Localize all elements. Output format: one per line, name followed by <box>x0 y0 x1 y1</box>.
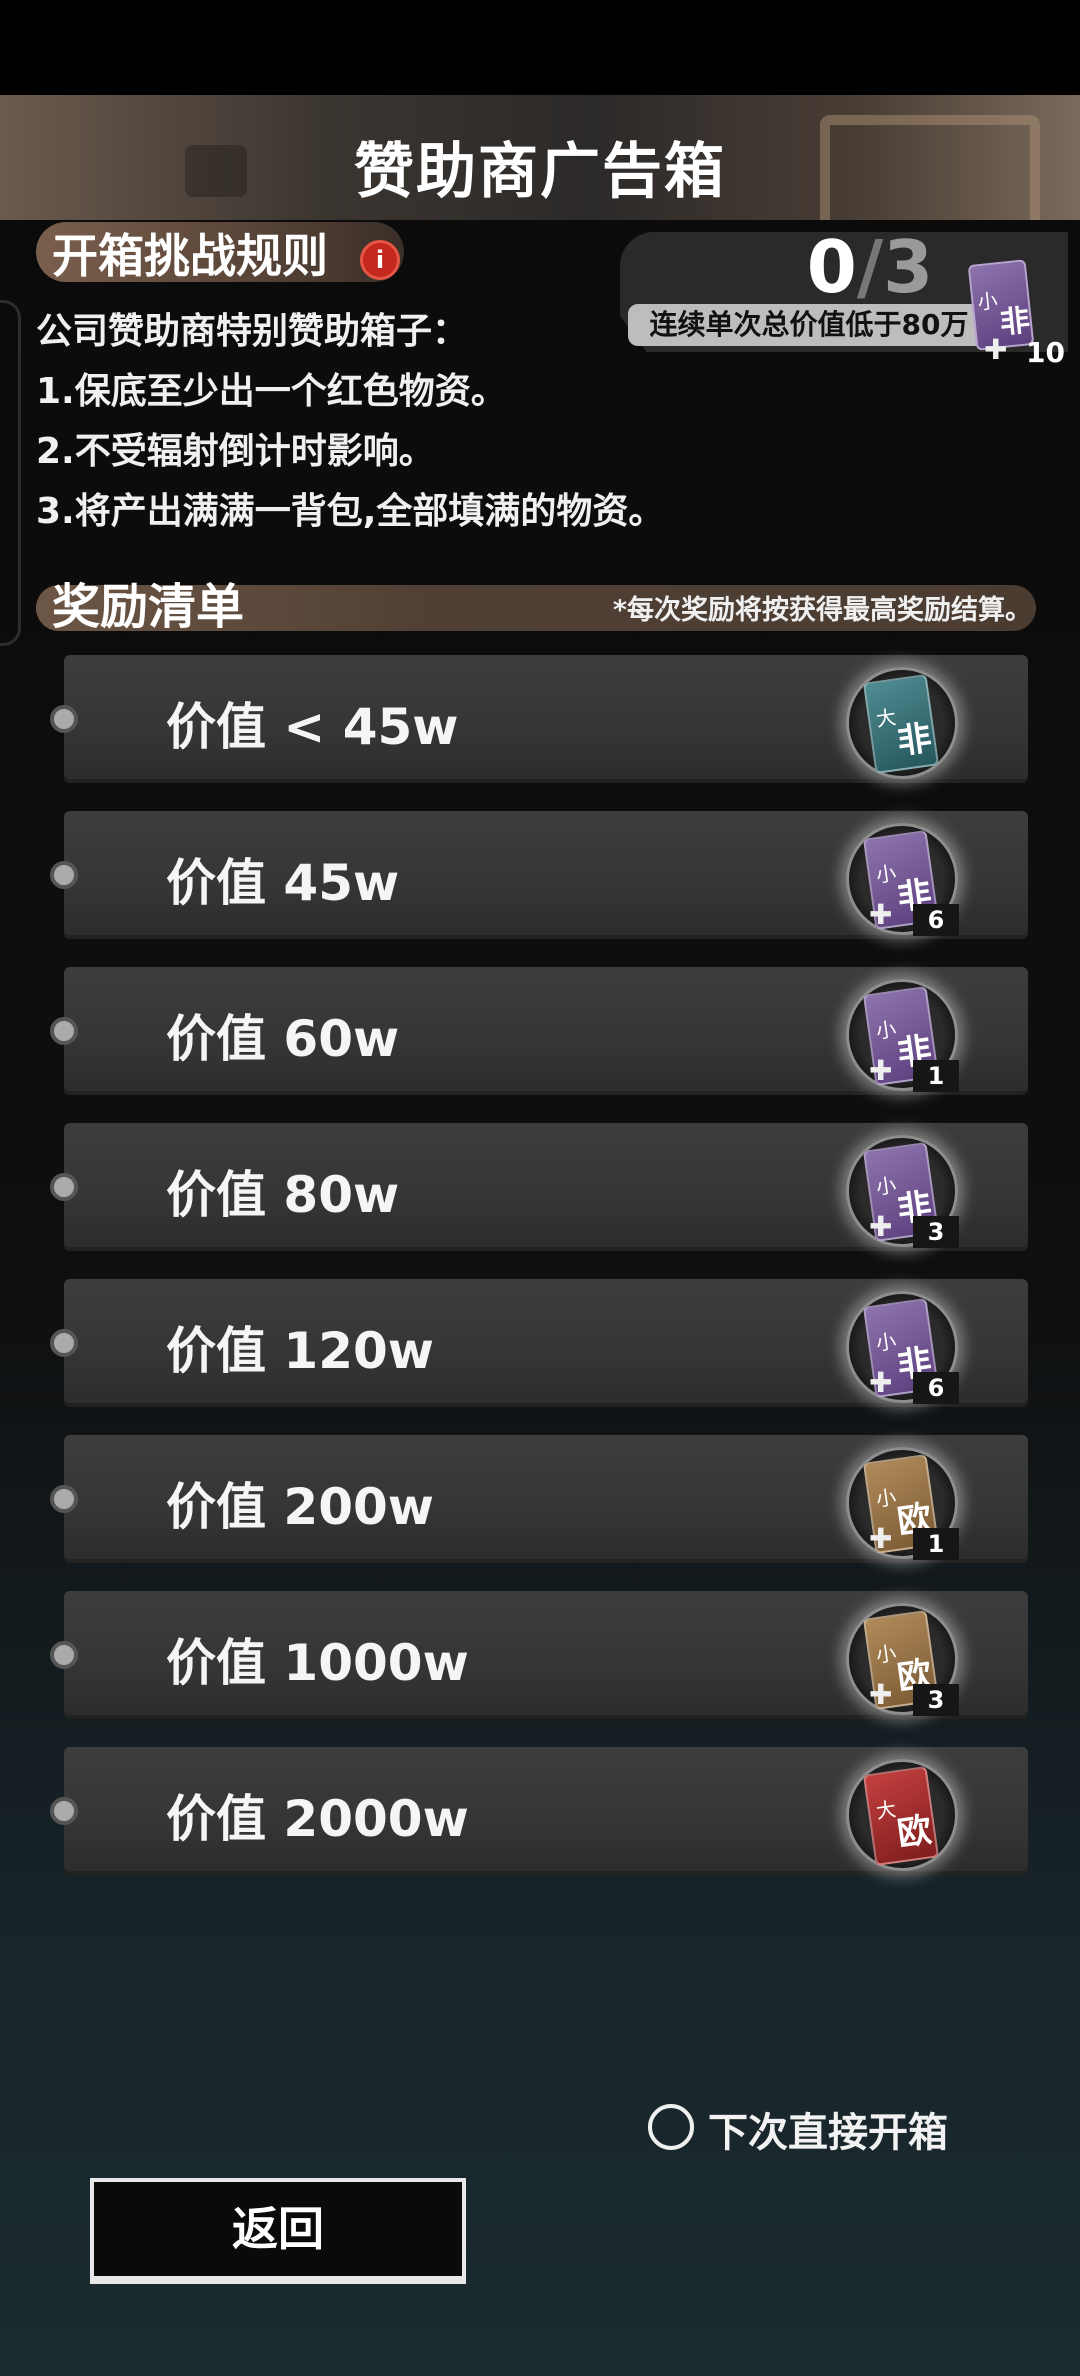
reward-row: 价值 45w 小 非 ✚ 6 <box>50 811 1028 939</box>
reward-badge[interactable]: 小 非 ✚ 6 <box>846 1291 959 1404</box>
challenge-current: 0 <box>806 225 857 309</box>
card-big-char: 非 <box>894 718 935 763</box>
row-bullet-icon <box>50 1329 78 1357</box>
reward-value-label: 价值 60w <box>166 1010 400 1068</box>
reward-value-label: 价值 45w <box>166 854 400 912</box>
puzzle-icon: ✚ <box>869 1678 893 1711</box>
challenge-description: 连续单次总价值低于80万 <box>628 304 990 346</box>
row-bullet-icon <box>50 1017 78 1045</box>
puzzle-icon: ✚ <box>869 1366 893 1399</box>
challenge-reward-qty: 10 <box>1026 336 1065 369</box>
reward-qty: 6 <box>913 1372 959 1404</box>
reward-card-icon: 大 非 <box>862 673 940 775</box>
puzzle-icon: ✚ <box>869 1522 893 1555</box>
rule-line: 3.将产出满满一背包,全部填满的物资。 <box>36 491 665 532</box>
row-bullet-icon <box>50 1797 78 1825</box>
reward-qty: 3 <box>913 1216 959 1248</box>
rules-list: 公司赞助商特别赞助箱子： 1.保底至少出一个红色物资。 2.不受辐射倒计时影响。… <box>36 302 664 542</box>
challenge-total: 3 <box>883 225 934 309</box>
status-bar <box>0 0 1080 95</box>
reward-qty: 1 <box>913 1060 959 1092</box>
info-icon[interactable]: i <box>360 240 400 280</box>
row-bullet-icon <box>50 705 78 733</box>
reward-value-label: 价值 2000w <box>166 1790 469 1848</box>
back-button[interactable]: 返回 <box>90 2178 466 2284</box>
row-bullet-icon <box>50 1485 78 1513</box>
challenge-slash: / <box>856 225 884 309</box>
reward-value-label: 价值 80w <box>166 1166 400 1224</box>
reward-value-label: 价值 1000w <box>166 1634 469 1692</box>
rule-line: 2.不受辐射倒计时影响。 <box>36 431 435 472</box>
page-title: 赞助商广告箱 <box>354 137 726 207</box>
reward-row: 价值 80w 小 非 ✚ 3 <box>50 1123 1028 1251</box>
reward-qty: 1 <box>913 1528 959 1560</box>
reward-qty: 6 <box>913 904 959 936</box>
reward-badge[interactable]: 小 非 ✚ 6 <box>846 823 959 936</box>
reward-row: 价值 120w 小 非 ✚ 6 <box>50 1279 1028 1407</box>
reward-value-label: 价值 < 45w <box>166 698 459 756</box>
card-big-char: 欧 <box>894 1810 935 1855</box>
row-bullet-icon <box>50 861 78 889</box>
rules-title: 开箱挑战规则 <box>52 229 328 283</box>
side-bracket <box>0 300 21 646</box>
puzzle-icon: ✚ <box>869 1210 893 1243</box>
reward-badge[interactable]: 大 非 <box>846 667 958 779</box>
skip-animation-radio[interactable] <box>648 2104 694 2150</box>
reward-row: 价值 60w 小 非 ✚ 1 <box>50 967 1028 1095</box>
reward-value-label: 价值 120w <box>166 1322 434 1380</box>
challenge-progress: 0/3 <box>735 225 1005 309</box>
card-small-char: 小 <box>976 288 999 315</box>
reward-badge[interactable]: 小 欧 ✚ 3 <box>846 1603 959 1716</box>
reward-title: 奖励清单 <box>52 579 245 635</box>
reward-badge[interactable]: 小 欧 ✚ 1 <box>846 1447 959 1560</box>
reward-note: *每次奖励将按获得最高奖励结算。 <box>612 595 1032 626</box>
puzzle-icon: ✚ <box>984 333 1008 366</box>
header: 赞助商广告箱 <box>0 95 1080 220</box>
reward-badge[interactable]: 小 非 ✚ 3 <box>846 1135 959 1248</box>
rule-line: 1.保底至少出一个红色物资。 <box>36 371 507 412</box>
puzzle-icon: ✚ <box>869 898 893 931</box>
reward-badge[interactable]: 小 非 ✚ 1 <box>846 979 959 1092</box>
reward-row: 价值 1000w 小 欧 ✚ 3 <box>50 1591 1028 1719</box>
row-bullet-icon <box>50 1173 78 1201</box>
reward-badge[interactable]: 大 欧 <box>846 1759 958 1871</box>
reward-row: 价值 200w 小 欧 ✚ 1 <box>50 1435 1028 1563</box>
row-bullet-icon <box>50 1641 78 1669</box>
reward-value-label: 价值 200w <box>166 1478 434 1536</box>
skip-animation-label[interactable]: 下次直接开箱 <box>708 2100 948 2158</box>
reward-qty: 3 <box>913 1684 959 1716</box>
puzzle-icon: ✚ <box>869 1054 893 1087</box>
reward-row: 价值 < 45w 大 非 <box>50 655 1028 783</box>
reward-row: 价值 2000w 大 欧 <box>50 1747 1028 1875</box>
rule-line: 公司赞助商特别赞助箱子： <box>36 311 469 352</box>
reward-card-icon: 大 欧 <box>862 1765 940 1867</box>
